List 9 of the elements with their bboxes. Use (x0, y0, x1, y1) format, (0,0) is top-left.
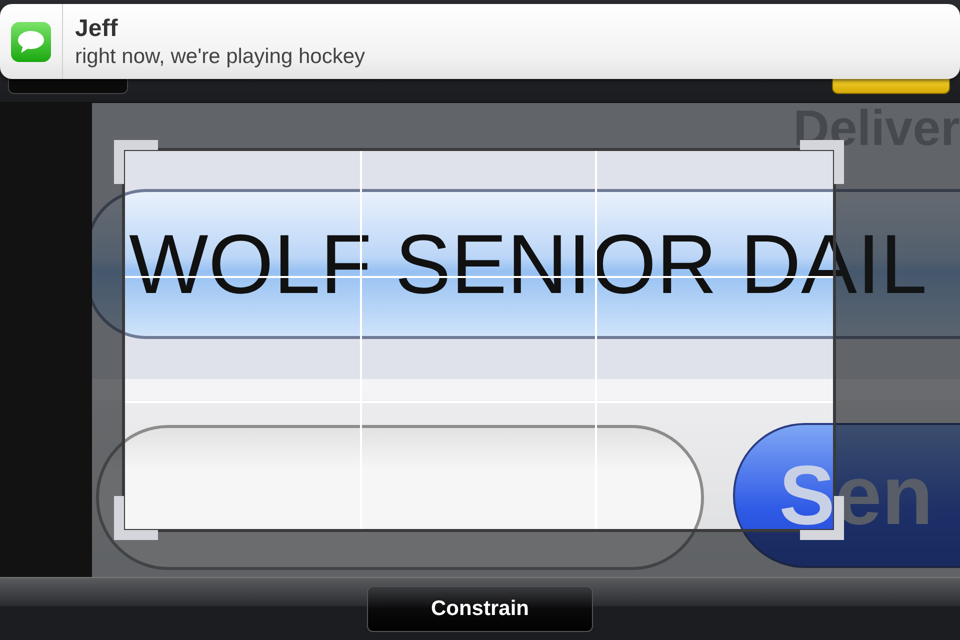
sender-name: Jeff (75, 14, 119, 42)
crop-handle[interactable] (114, 496, 158, 540)
crop-handle[interactable] (114, 140, 158, 184)
choose-button[interactable] (832, 78, 950, 94)
back-button[interactable] (8, 78, 128, 94)
notification-message: right now, we're playing hockey (75, 44, 366, 68)
notification-banner[interactable]: Jeff right now, we're playing hockey (0, 4, 960, 79)
message-icon (11, 22, 51, 62)
constrain-button[interactable]: Constrain (367, 586, 593, 632)
